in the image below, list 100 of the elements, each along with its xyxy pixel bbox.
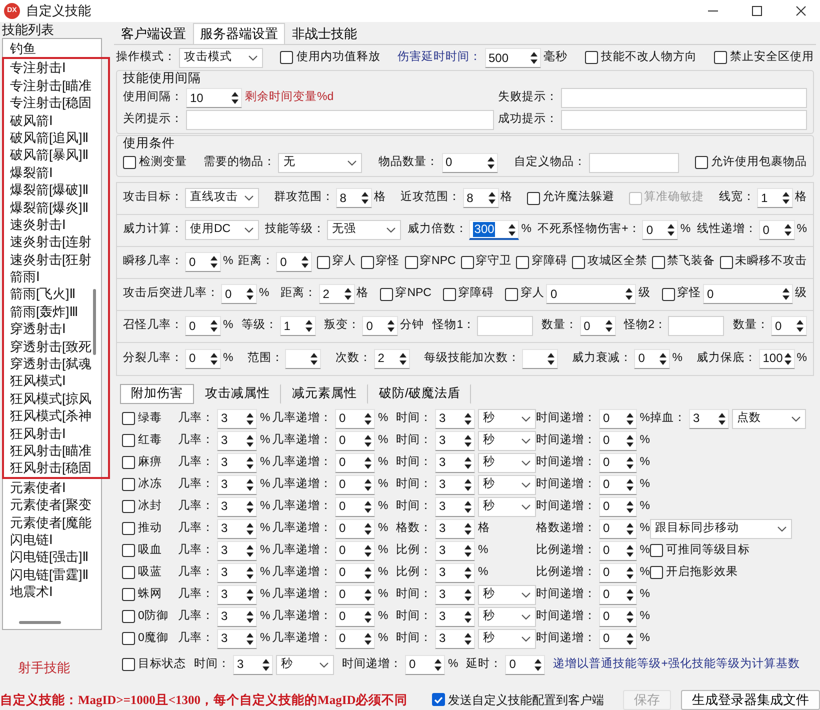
dropdown[interactable]: 秒 [276, 654, 334, 675]
list-item[interactable]: 速炎射击Ⅰ [4, 216, 108, 234]
number-field[interactable]: 3 [435, 430, 475, 451]
checkbox[interactable] [122, 412, 135, 426]
number-field[interactable]: 3 [435, 452, 475, 473]
checkbox[interactable] [714, 51, 727, 64]
tab[interactable]: 服务器端设置 [193, 23, 285, 44]
list-item[interactable]: 爆裂箭[爆破]Ⅱ [4, 181, 108, 199]
number-field[interactable]: 3 [217, 518, 257, 539]
number-field[interactable]: 500 [484, 48, 540, 68]
number-field[interactable]: 0 [335, 518, 375, 539]
number-field[interactable]: 3 [217, 540, 257, 561]
number-field[interactable]: 2 [374, 348, 410, 369]
list-item[interactable]: 专注射击[瞄准 [4, 76, 108, 94]
number-field[interactable]: 3 [217, 628, 257, 649]
number-field[interactable]: 0 [335, 540, 375, 561]
dropdown[interactable]: 秒 [478, 452, 536, 473]
list-item[interactable]: 闪电链[强击]Ⅱ [3, 548, 101, 566]
list-item[interactable]: 箭雨[飞火]Ⅱ [4, 285, 108, 303]
checkbox[interactable] [122, 478, 135, 492]
number-field[interactable]: 1 [756, 188, 793, 208]
list-item[interactable]: 速炎射击[狂射 [4, 250, 108, 268]
checkbox[interactable] [360, 256, 374, 269]
number-field[interactable]: 3 [435, 628, 475, 649]
number-field[interactable]: 0 [442, 152, 498, 173]
dropdown[interactable]: 无 [278, 152, 362, 173]
list-item[interactable]: 狂风射击[稳固 [4, 459, 108, 477]
number-field[interactable]: 0 [335, 606, 375, 627]
number-field[interactable]: 0 [642, 220, 678, 240]
checkbox[interactable] [460, 256, 474, 269]
list-item[interactable]: 狂风模式Ⅰ [4, 372, 108, 390]
list-item[interactable]: 地震术Ⅰ [3, 583, 101, 600]
number-field[interactable]: 1 [280, 316, 316, 336]
list-item[interactable]: 元素使者[聚变 [3, 496, 101, 514]
close-icon[interactable] [796, 6, 806, 16]
number-field[interactable]: 0 [599, 496, 637, 517]
number-field[interactable]: 0 [335, 496, 375, 517]
number-field[interactable]: 0 [599, 562, 637, 583]
text-field[interactable] [560, 110, 807, 130]
checkbox[interactable] [122, 610, 135, 624]
text-field[interactable] [186, 110, 494, 130]
number-field[interactable]: 3 [435, 606, 475, 627]
tab[interactable]: 破防/破魔法盾 [368, 384, 472, 404]
dropdown[interactable]: 跟目标同步移动 [650, 518, 792, 539]
checkbox[interactable] [432, 693, 445, 706]
list-item[interactable]: 爆裂箭Ⅰ [4, 164, 108, 182]
checkbox[interactable] [516, 256, 530, 269]
list-item[interactable]: 穿透射击[弑魂 [4, 355, 108, 372]
list-item[interactable]: 狂风射击[瞄准 [4, 442, 108, 460]
checkbox[interactable] [122, 500, 135, 514]
checkbox[interactable] [650, 544, 663, 558]
text-field[interactable] [560, 88, 807, 108]
button[interactable]: 生成登录器集成文件 [681, 690, 820, 710]
list-item[interactable]: 狂风模式[掠风 [4, 390, 108, 408]
dropdown[interactable]: 秒 [478, 430, 536, 451]
dropdown[interactable]: 秒 [478, 474, 536, 495]
dropdown[interactable]: 使用DC [185, 220, 259, 240]
list-item[interactable]: 元素使者[魔能 [3, 514, 101, 531]
list-item[interactable]: 穿透射击[致死 [4, 338, 108, 356]
list-item[interactable]: 专注射击Ⅰ [4, 59, 108, 77]
list-item[interactable]: 破风箭[追风]Ⅱ [4, 128, 108, 146]
checkbox[interactable] [122, 522, 135, 536]
number-field[interactable]: 0 [758, 220, 795, 240]
checkbox[interactable] [280, 51, 294, 64]
number-field[interactable]: 100 [758, 348, 795, 369]
dropdown[interactable]: 秒 [478, 628, 536, 649]
checkbox[interactable] [720, 256, 733, 269]
number-field[interactable]: 3 [435, 474, 475, 495]
number-field[interactable]: 0 [599, 408, 637, 429]
tab[interactable]: 附加伤害 [120, 384, 194, 404]
checkbox[interactable] [123, 156, 136, 170]
number-field[interactable]: 0 [335, 408, 375, 429]
number-field[interactable]: 0 [634, 348, 670, 369]
list-item[interactable]: 爆裂箭[爆炎]Ⅱ [4, 198, 108, 216]
number-field[interactable]: 8 [336, 188, 372, 208]
number-field[interactable]: 0 [770, 316, 807, 336]
number-field[interactable]: 300 [469, 220, 520, 240]
tab[interactable]: 客户端设置 [114, 23, 193, 44]
number-field[interactable]: 0 [599, 584, 637, 605]
number-field[interactable]: 0 [335, 430, 375, 451]
number-field[interactable]: 3 [217, 430, 257, 451]
number-field[interactable]: 0 [221, 284, 257, 304]
number-field[interactable]: 3 [233, 654, 273, 675]
dropdown[interactable]: 秒 [478, 606, 536, 627]
tab[interactable]: 非战士技能 [285, 23, 364, 44]
number-field[interactable]: 3 [217, 584, 257, 605]
number-field[interactable]: 3 [217, 474, 257, 495]
checkbox[interactable] [442, 288, 456, 301]
checkbox[interactable] [652, 256, 666, 269]
dropdown[interactable]: 秒 [478, 584, 536, 605]
number-field[interactable]: 3 [217, 452, 257, 473]
number-field[interactable]: 0 [185, 316, 221, 336]
number-field[interactable]: 3 [435, 562, 475, 583]
number-field[interactable]: 0 [335, 452, 375, 473]
number-field[interactable]: 3 [217, 496, 257, 517]
number-field[interactable] [285, 348, 322, 369]
list-item[interactable]: 专注射击[稳固 [4, 94, 108, 112]
number-field[interactable]: 10 [186, 88, 242, 108]
list-item[interactable]: 钓鱼 [3, 40, 101, 58]
number-field[interactable]: 0 [599, 430, 637, 451]
